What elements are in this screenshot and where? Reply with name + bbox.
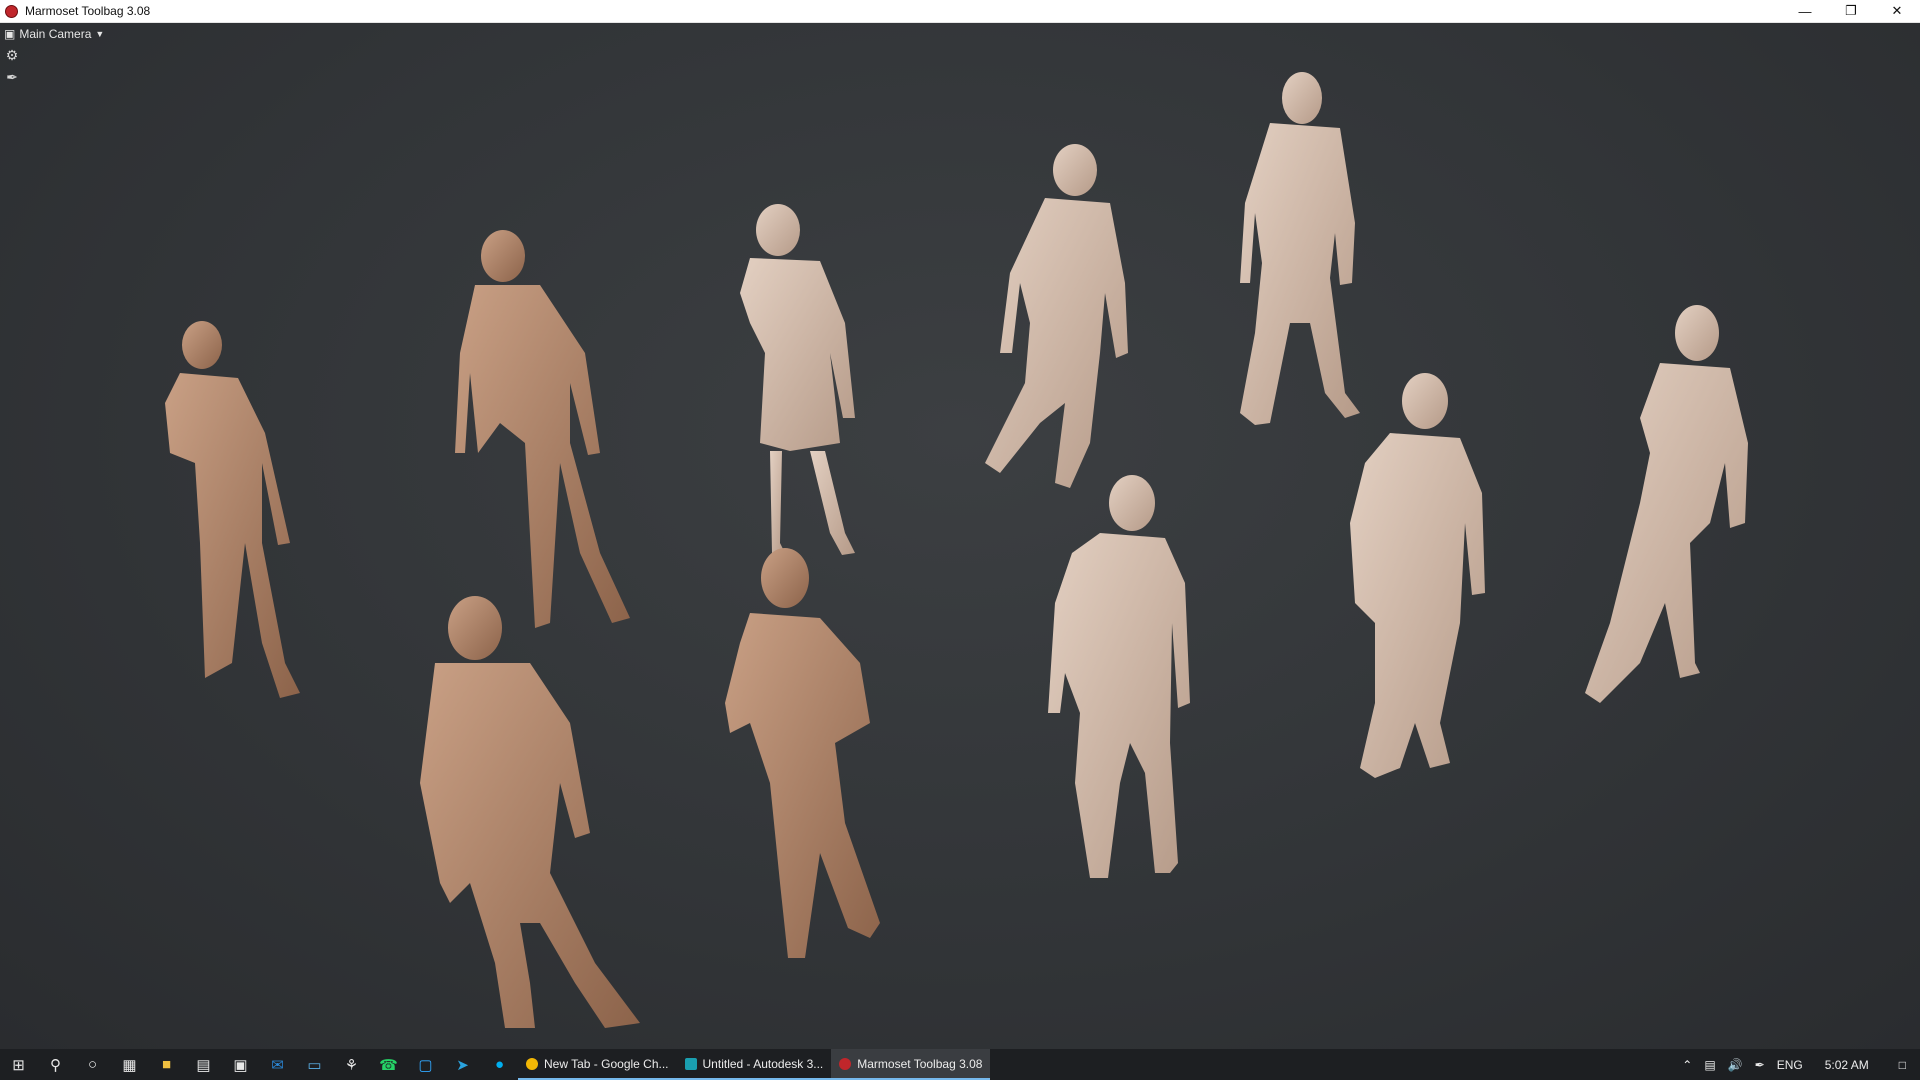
remote-desktop-icon[interactable]: ▭ (296, 1049, 333, 1080)
settings-icon[interactable]: ⚙ (4, 47, 20, 63)
pen-icon[interactable]: ✒ (1749, 1058, 1771, 1072)
figure-1 (165, 321, 300, 698)
camera-selector[interactable]: ▣ Main Camera ▼ (4, 27, 104, 41)
clock[interactable]: 5:02 AM (1809, 1058, 1885, 1072)
taskbar-app-label: Untitled - Autodesk 3... (702, 1056, 824, 1071)
search-icon[interactable]: ⚲ (37, 1049, 74, 1080)
figure-8 (1048, 475, 1190, 878)
close-icon[interactable]: ✕ (1874, 0, 1920, 22)
notifications-icon[interactable]: □ (1885, 1058, 1920, 1072)
chevron-up-icon[interactable]: ⌃ (1676, 1058, 1698, 1072)
window-controls: — ❐ ✕ (1782, 0, 1920, 22)
photoshop-icon[interactable]: ▢ (407, 1049, 444, 1080)
scene-render (165, 72, 1748, 1028)
mail-icon[interactable]: ✉ (259, 1049, 296, 1080)
taskbar-app-label: New Tab - Google Ch... (544, 1056, 669, 1071)
cortana-icon[interactable]: ○ (74, 1049, 111, 1080)
system-tray: ⌃ ▤ 🔊 ✒ ENG 5:02 AM □ (1676, 1049, 1920, 1080)
marmoset-logo-icon (839, 1057, 852, 1070)
file-explorer-icon[interactable]: ■ (148, 1049, 185, 1080)
taskbar-app-3dsmax[interactable]: Untitled - Autodesk 3... (676, 1049, 832, 1080)
figure-10 (420, 596, 640, 1028)
camera-label: Main Camera (19, 27, 92, 41)
title-bar: Marmoset Toolbag 3.08 — ❐ ✕ (0, 0, 1920, 23)
language-indicator[interactable]: ENG (1771, 1058, 1809, 1072)
3dsmax-icon (684, 1057, 697, 1070)
figure-3 (740, 204, 855, 555)
figure-7 (1350, 373, 1485, 778)
figure-2 (455, 230, 630, 628)
taskbar-app-label: Marmoset Toolbag 3.08 (857, 1056, 983, 1071)
window-title: Marmoset Toolbag 3.08 (25, 4, 151, 18)
chevron-down-icon: ▼ (95, 29, 105, 39)
taskbar-app-marmoset[interactable]: Marmoset Toolbag 3.08 (831, 1049, 991, 1080)
marmoset-logo-icon (5, 4, 18, 18)
whatsapp-icon[interactable]: ☎ (370, 1049, 407, 1080)
store-icon[interactable]: ▣ (222, 1049, 259, 1080)
telegram-icon[interactable]: ➤ (444, 1049, 481, 1080)
camera-icon: ▣ (4, 27, 16, 41)
calculator-icon[interactable]: ▤ (185, 1049, 222, 1080)
chrome-icon (526, 1057, 538, 1070)
figure-6 (1585, 305, 1748, 703)
windows-start-icon[interactable]: ⊞ (0, 1049, 37, 1080)
taskbar-app-chrome[interactable]: New Tab - Google Ch... (518, 1049, 677, 1080)
task-view-icon[interactable]: ▦ (111, 1049, 148, 1080)
volume-icon[interactable]: 🔊 (1722, 1058, 1749, 1072)
viewport[interactable]: ▣ Main Camera ▼ ⚙ ✒ (0, 23, 1920, 1049)
minimize-icon[interactable]: — (1782, 0, 1828, 22)
brush-icon[interactable]: ✒ (4, 69, 20, 85)
taskbar: ⊞ ⚲ ○ ▦ ■ ▤ ▣ ✉ ▭ ⚘ ☎ ▢ ➤ ● New Tab - Go… (0, 1049, 1920, 1080)
figure-5 (1240, 72, 1360, 425)
figure-9 (725, 548, 880, 958)
network-icon[interactable]: ⚘ (333, 1049, 370, 1080)
skype-icon[interactable]: ● (481, 1049, 518, 1080)
figure-4 (985, 144, 1128, 488)
network-status-icon[interactable]: ▤ (1698, 1058, 1721, 1072)
restore-icon[interactable]: ❐ (1828, 0, 1874, 22)
